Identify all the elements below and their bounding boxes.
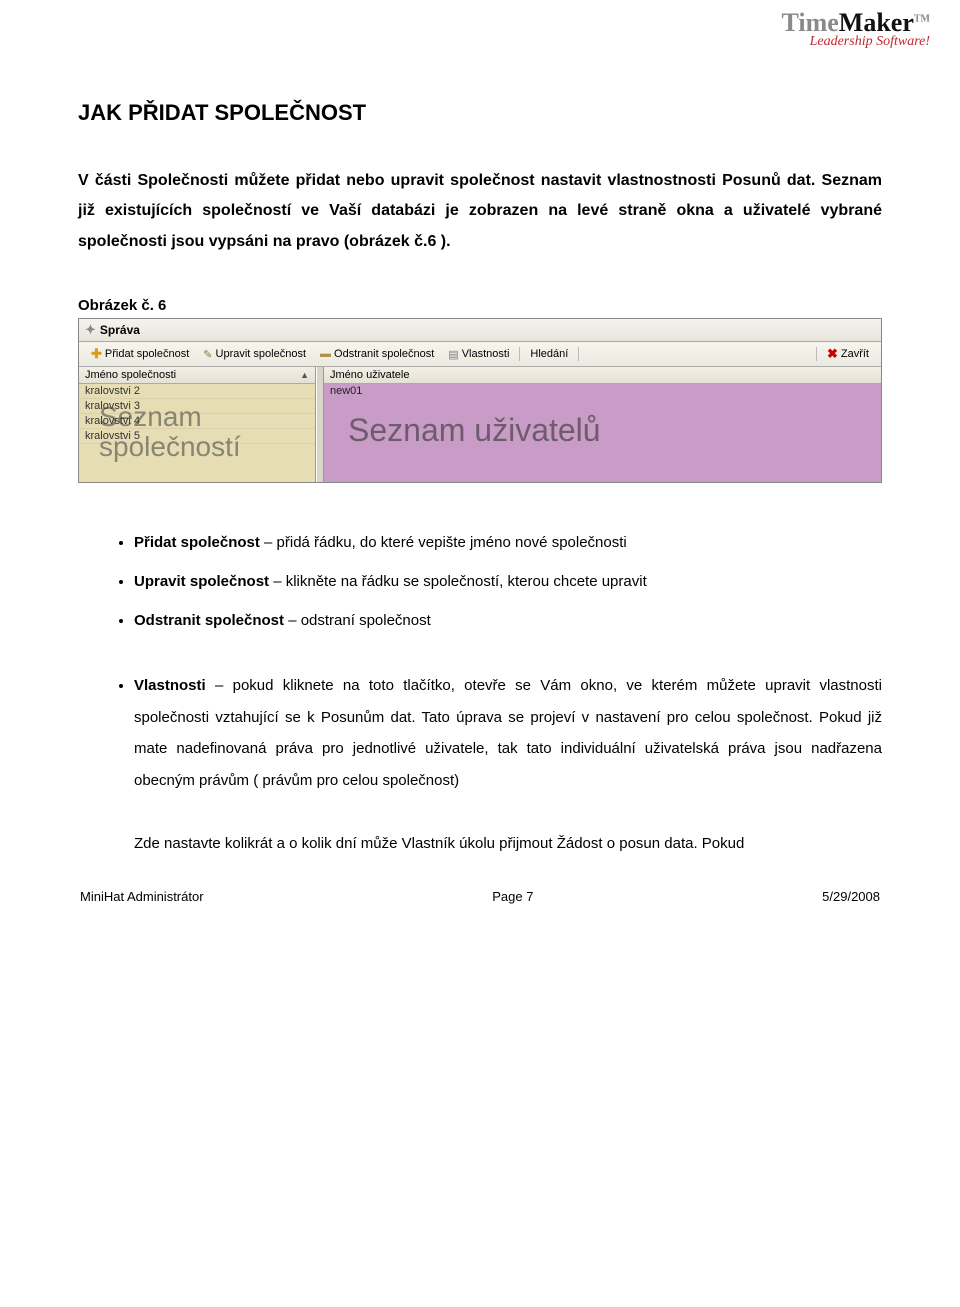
- properties-label: Vlastnosti: [462, 348, 510, 360]
- footer-left: MiniHat Administrátor: [80, 889, 204, 904]
- footer-right: 5/29/2008: [822, 889, 880, 904]
- extra-line: Zde nastavte kolikrát a o kolik dní může…: [134, 835, 744, 852]
- logo-tm: TM: [914, 13, 930, 24]
- add-company-button[interactable]: ✚ Přidat společnost: [85, 345, 195, 363]
- app-icon: ✦: [85, 322, 96, 338]
- remove-company-label: Odstranit společnost: [334, 348, 434, 360]
- page-footer: MiniHat Administrátor Page 7 5/29/2008: [78, 889, 882, 904]
- right-header-label: Jméno uživatele: [330, 369, 410, 381]
- table-row[interactable]: kralovstvi 4: [79, 414, 315, 429]
- toolbar-separator: [816, 347, 817, 361]
- desc: – odstraní společnost: [284, 612, 431, 629]
- remove-company-button[interactable]: ▬ Odstranit společnost: [314, 347, 440, 361]
- search-button[interactable]: Hledání: [524, 347, 574, 361]
- user-list[interactable]: new01 Seznam uživatelů: [324, 384, 881, 482]
- figure-caption: Obrázek č. 6: [78, 297, 882, 314]
- term: Upravit společnost: [134, 573, 269, 590]
- term: Vlastnosti: [134, 677, 206, 694]
- right-column-header[interactable]: Jméno uživatele: [324, 367, 881, 384]
- window-title: Správa: [100, 323, 140, 337]
- close-button[interactable]: ✖ Zavřít: [821, 345, 875, 363]
- logo: TimeMakerTM Leadership Software!: [782, 8, 931, 50]
- edit-company-label: Upravit společnost: [216, 348, 307, 360]
- close-icon: ✖: [827, 346, 838, 362]
- right-pane: Jméno uživatele new01 Seznam uživatelů: [324, 367, 881, 482]
- desc: – přidá řádku, do které vepište jméno no…: [260, 534, 627, 551]
- list-item: Upravit společnost – klikněte na řádku s…: [134, 562, 882, 601]
- left-pane: Jméno společnosti ▲ kralovstvi 2 kralovs…: [79, 367, 316, 482]
- term: Odstranit společnost: [134, 612, 284, 629]
- toolbar: ✚ Přidat společnost ✎ Upravit společnost…: [79, 342, 881, 367]
- table-row[interactable]: kralovstvi 5: [79, 429, 315, 444]
- table-row[interactable]: kralovstvi 2: [79, 384, 315, 399]
- desc: – pokud kliknete na toto tlačítko, otevř…: [134, 677, 882, 789]
- bullet-list-2: Vlastnosti – pokud kliknete na toto tlač…: [78, 670, 882, 859]
- app-window: ✦ Správa ✚ Přidat společnost ✎ Upravit s…: [78, 318, 882, 483]
- list-item: Odstranit společnost – odstraní společno…: [134, 601, 882, 640]
- list-item: Přidat společnost – přidá řádku, do kter…: [134, 523, 882, 562]
- desc: – klikněte na řádku se společností, kter…: [269, 573, 647, 590]
- document-icon: ▤: [448, 348, 458, 361]
- toolbar-separator: [519, 347, 520, 361]
- table-row[interactable]: kralovstvi 3: [79, 399, 315, 414]
- left-column-header[interactable]: Jméno společnosti ▲: [79, 367, 315, 384]
- minus-icon: ▬: [320, 348, 331, 360]
- term: Přidat společnost: [134, 534, 260, 551]
- edit-company-button[interactable]: ✎ Upravit společnost: [197, 347, 312, 362]
- properties-button[interactable]: ▤ Vlastnosti: [442, 347, 515, 362]
- close-label: Zavřít: [841, 348, 869, 360]
- logo-time: Time: [782, 8, 839, 37]
- splitter-handle[interactable]: [316, 367, 324, 482]
- logo-maker: Maker: [839, 8, 914, 37]
- sort-arrow-icon: ▲: [300, 370, 309, 380]
- pencil-icon: ✎: [203, 348, 212, 361]
- footer-center: Page 7: [492, 889, 533, 904]
- page-title: JAK PŘIDAT SPOLEČNOST: [78, 100, 882, 126]
- plus-icon: ✚: [91, 346, 102, 362]
- list-item: Vlastnosti – pokud kliknete na toto tlač…: [134, 670, 882, 859]
- bullet-list-1: Přidat společnost – přidá řádku, do kter…: [78, 523, 882, 640]
- overlay-right-label: Seznam uživatelů: [348, 412, 601, 449]
- titlebar: ✦ Správa: [79, 319, 881, 342]
- intro-paragraph: V části Společnosti můžete přidat nebo u…: [78, 166, 882, 257]
- toolbar-separator: [578, 347, 579, 361]
- table-row[interactable]: new01: [324, 384, 881, 398]
- left-header-label: Jméno společnosti: [85, 369, 176, 381]
- company-list[interactable]: kralovstvi 2 kralovstvi 3 kralovstvi 4 k…: [79, 384, 315, 482]
- add-company-label: Přidat společnost: [105, 348, 189, 360]
- search-label: Hledání: [530, 348, 568, 360]
